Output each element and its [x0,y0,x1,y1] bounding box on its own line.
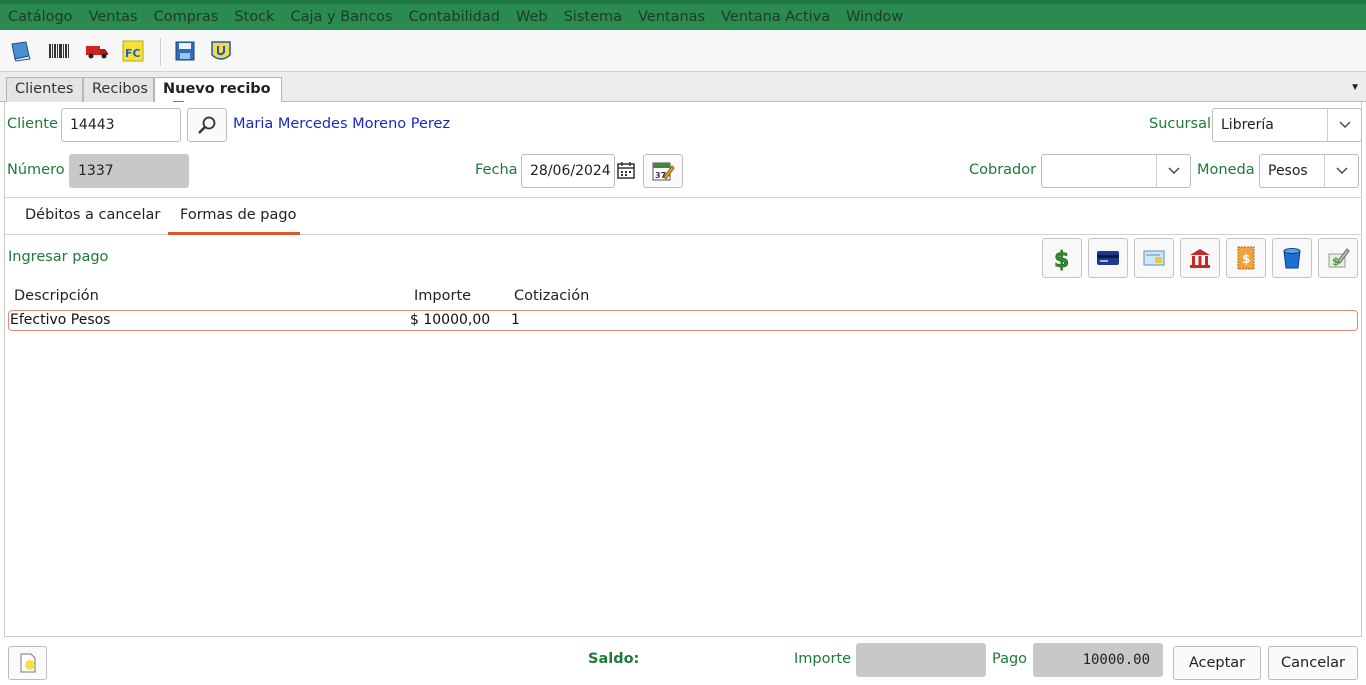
svg-text:37: 37 [655,171,666,180]
column-header-cotizacion[interactable]: Cotización [514,288,589,304]
pago-label: Pago [992,651,1028,667]
save-disk-icon[interactable] [172,38,198,64]
barcode-icon[interactable] [46,38,72,64]
cash-icon: $ [1054,248,1070,271]
pago-field: 10000.00 [1033,643,1163,677]
voucher-payment-button[interactable]: $ [1226,238,1266,278]
bank-payment-button[interactable] [1180,238,1220,278]
svg-text:FC: FC [125,47,141,60]
tab-clientes[interactable]: Clientes [6,77,83,102]
moneda-select[interactable]: Pesos [1259,154,1359,188]
sucursal-select[interactable]: Librería [1212,108,1362,142]
search-icon [198,116,216,134]
tab-nuevo-recibo[interactable]: Nuevo recibo⊠ [154,77,282,112]
cliente-value: 14443 [70,117,115,133]
chevron-down-icon[interactable] [1156,155,1190,187]
column-header-descripcion[interactable]: Descripción [14,288,99,304]
fecha-value: 28/06/2024 [530,163,611,179]
cobrador-label: Cobrador [969,162,1037,178]
other-payment-icon: $ [1328,248,1350,268]
invoice-fc-icon[interactable]: FC [120,38,146,64]
menu-web[interactable]: Web [516,9,548,25]
search-cliente-button[interactable] [187,108,227,142]
new-document-button[interactable] [8,646,47,680]
receipt-icon[interactable] [208,38,234,64]
menu-caja-bancos[interactable]: Caja y Bancos [290,9,392,25]
ingresar-pago-label: Ingresar pago [8,249,109,265]
importe-label: Importe [794,651,852,667]
new-document-icon [20,653,35,673]
retention-payment-button[interactable] [1272,238,1312,278]
tab-label: Nuevo recibo [163,81,271,97]
menu-ventana-activa[interactable]: Ventana Activa [721,9,830,25]
tab-formas-de-pago[interactable]: Formas de pago [180,207,296,223]
importe-field [856,643,986,677]
tab-label: Clientes [15,81,74,97]
sucursal-label: Sucursal [1149,116,1211,132]
sucursal-value: Librería [1221,117,1274,133]
active-tab-indicator [168,232,300,235]
cell-importe: $ 10000,00 [410,312,491,328]
toolbar: FC [0,30,1366,72]
cliente-label: Cliente [7,116,58,132]
cliente-input[interactable]: 14443 [61,108,181,142]
numero-label: Número [7,162,65,178]
bank-icon [1190,249,1210,268]
menu-sistema[interactable]: Sistema [564,9,622,25]
cobrador-select[interactable] [1041,154,1191,188]
document-tabstrip: Clientes Recibos Nuevo recibo⊠ ▼ [0,72,1366,112]
column-header-importe[interactable]: Importe [414,288,471,304]
cell-cotizacion: 1 [511,312,520,328]
catalog-book-icon[interactable] [8,38,34,64]
cash-payment-button[interactable]: $ [1042,238,1082,278]
voucher-icon: $ [1237,246,1255,270]
check-payment-button[interactable] [1134,238,1174,278]
calendar-icon[interactable] [616,160,636,183]
tab-label: Recibos [92,81,148,97]
cancelar-button[interactable]: Cancelar [1268,646,1358,680]
menu-stock[interactable]: Stock [234,9,274,25]
tab-recibos[interactable]: Recibos [83,77,154,102]
delivery-truck-icon[interactable] [84,38,110,64]
numero-field: 1337 [69,154,189,188]
check-icon [1143,250,1165,266]
menu-catalogo[interactable]: Catálogo [8,9,73,25]
aceptar-button[interactable]: Aceptar [1173,646,1261,680]
cell-descripcion: Efectivo Pesos [10,312,111,328]
other-payment-button[interactable]: $ [1318,238,1358,278]
tab-list-dropdown-icon[interactable]: ▼ [1350,82,1360,93]
numero-value: 1337 [78,163,114,179]
moneda-value: Pesos [1268,163,1308,179]
toolbar-separator [160,38,161,66]
menu-contabilidad[interactable]: Contabilidad [409,9,500,25]
saldo-label: Saldo: [588,651,640,667]
fecha-label: Fecha [475,162,518,178]
chevron-down-icon[interactable] [1327,109,1361,141]
svg-text:$: $ [1054,248,1069,271]
pago-value: 10000.00 [1082,652,1150,668]
menu-ventanas[interactable]: Ventanas [638,9,705,25]
menu-window[interactable]: Window [846,9,903,25]
card-payment-button[interactable] [1088,238,1128,278]
menu-ventas[interactable]: Ventas [89,9,138,25]
menu-bar: Catálogo Ventas Compras Stock Caja y Ban… [0,0,1366,30]
fecha-input[interactable]: 28/06/2024 [521,154,615,188]
table-row[interactable]: Efectivo Pesos $ 10000,00 1 [8,310,1358,331]
edit-date-button[interactable]: 37 [643,154,683,188]
chevron-down-icon[interactable] [1324,155,1358,187]
credit-card-icon [1097,251,1119,265]
receipt-subtabs: Débitos a cancelar Formas de pago [4,197,1362,235]
svg-text:$: $ [1242,252,1250,266]
calendar-edit-icon: 37 [652,162,675,181]
menu-compras[interactable]: Compras [154,9,219,25]
tab-debitos-a-cancelar[interactable]: Débitos a cancelar [25,207,160,223]
moneda-label: Moneda [1197,162,1255,178]
cliente-name-link[interactable]: Maria Mercedes Moreno Perez [233,116,450,132]
retention-icon [1283,248,1301,269]
